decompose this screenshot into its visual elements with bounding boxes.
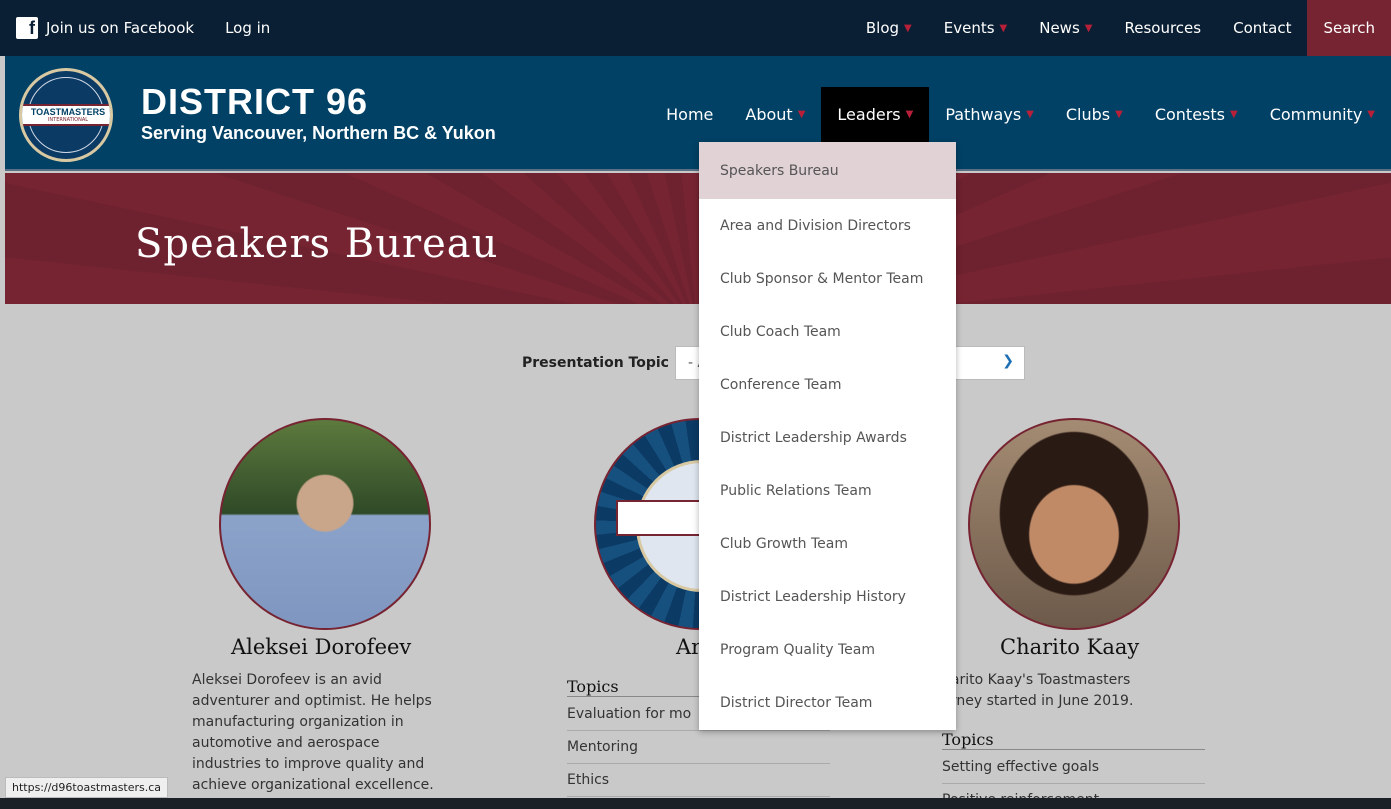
facebook-link[interactable]: Join us on Facebook bbox=[46, 19, 194, 37]
bio-line: adventurer and optimist. He helps bbox=[192, 693, 432, 709]
search-button[interactable]: Search bbox=[1307, 0, 1391, 56]
chevron-down-icon: ▼ bbox=[904, 22, 912, 34]
topic-item[interactable]: Mentoring bbox=[567, 731, 830, 764]
nav-contests-label: Contests bbox=[1154, 105, 1225, 124]
chevron-down-icon: ▼ bbox=[1026, 109, 1034, 120]
bio-line: harito Kaay's Toastmasters bbox=[942, 672, 1131, 688]
chevron-down-icon: ❯ bbox=[1002, 353, 1014, 369]
menu-item-public-relations-team[interactable]: Public Relations Team bbox=[699, 464, 956, 517]
toastmasters-logo[interactable]: TOASTMASTERS INTERNATIONAL bbox=[19, 68, 113, 162]
logo-text: TOASTMASTERS bbox=[30, 107, 106, 117]
menu-item-conference-team[interactable]: Conference Team bbox=[699, 358, 956, 411]
bio-line: manufacturing organization in bbox=[192, 714, 404, 730]
nav-leaders[interactable]: Leaders ▼ bbox=[821, 87, 930, 142]
topic-item[interactable]: Setting effective goals bbox=[942, 751, 1205, 784]
nav-community[interactable]: Community ▼ bbox=[1254, 87, 1391, 142]
topnav-blog[interactable]: Blog ▼ bbox=[850, 0, 928, 56]
chevron-down-icon: ▼ bbox=[797, 109, 806, 120]
facebook-icon[interactable]: f bbox=[16, 17, 38, 39]
top-bar-left: f Join us on Facebook Log in bbox=[16, 0, 301, 56]
page-banner: Speakers Bureau bbox=[5, 173, 1391, 304]
bio-line: industries to improve quality and bbox=[192, 756, 425, 772]
top-bar: f Join us on Facebook Log in Blog ▼ Event… bbox=[0, 0, 1391, 56]
chevron-down-icon: ▼ bbox=[1115, 109, 1123, 120]
topnav-resources[interactable]: Resources bbox=[1108, 0, 1217, 56]
topnav-news-label: News bbox=[1039, 19, 1080, 37]
menu-item-club-coach-team[interactable]: Club Coach Team bbox=[699, 305, 956, 358]
profile-photo-aleksei[interactable] bbox=[219, 418, 431, 630]
menu-item-area-division-directors[interactable]: Area and Division Directors bbox=[699, 199, 956, 252]
profile-name-charito[interactable]: Charito Kaay bbox=[1000, 635, 1139, 659]
profile-name-an[interactable]: Ar bbox=[676, 635, 701, 659]
chevron-down-icon: ▼ bbox=[1367, 109, 1375, 120]
site-subtitle: Serving Vancouver, Northern BC & Yukon bbox=[141, 123, 496, 143]
nav-home[interactable]: Home bbox=[650, 87, 729, 142]
topnav-news[interactable]: News ▼ bbox=[1023, 0, 1108, 56]
chevron-down-icon: ▼ bbox=[905, 109, 914, 120]
topic-item[interactable]: Ethics bbox=[567, 764, 830, 797]
topics-heading: Topics bbox=[942, 730, 1205, 750]
menu-item-district-director-team[interactable]: District Director Team bbox=[699, 676, 956, 729]
nav-about-label: About bbox=[745, 105, 793, 124]
profile-name-aleksei[interactable]: Aleksei Dorofeev bbox=[231, 635, 411, 659]
os-taskbar bbox=[0, 798, 1391, 809]
topnav-resources-label: Resources bbox=[1124, 19, 1202, 37]
topic-filter-label: Presentation Topic bbox=[522, 355, 669, 371]
site-title: DISTRICT 96 bbox=[141, 81, 369, 122]
nav-contests[interactable]: Contests ▼ bbox=[1139, 87, 1254, 142]
menu-item-club-sponsor-mentor-team[interactable]: Club Sponsor & Mentor Team bbox=[699, 252, 956, 305]
menu-item-program-quality-team[interactable]: Program Quality Team bbox=[699, 623, 956, 676]
menu-item-district-leadership-awards[interactable]: District Leadership Awards bbox=[699, 411, 956, 464]
logo-band: TOASTMASTERS INTERNATIONAL bbox=[22, 104, 110, 126]
nav-clubs-label: Clubs bbox=[1065, 105, 1111, 124]
profile-bio-charito: harito Kaay's Toastmasters urney started… bbox=[942, 670, 1212, 712]
nav-home-label: Home bbox=[666, 105, 714, 124]
logo-subtext: INTERNATIONAL bbox=[47, 117, 89, 123]
profile-photo-charito[interactable] bbox=[968, 418, 1180, 630]
profile-bio-aleksei: Aleksei Dorofeev is an avid adventurer a… bbox=[192, 670, 462, 796]
menu-item-speakers-bureau[interactable]: Speakers Bureau bbox=[699, 142, 956, 199]
status-bar-url: https://d96toastmasters.ca bbox=[5, 777, 169, 798]
chevron-down-icon: ▼ bbox=[999, 22, 1008, 34]
bio-line: achieve organizational excellence. bbox=[192, 777, 434, 793]
nav-about[interactable]: About ▼ bbox=[729, 87, 821, 142]
bio-line: Aleksei Dorofeev is an avid bbox=[192, 672, 382, 688]
menu-item-district-leadership-history[interactable]: District Leadership History bbox=[699, 570, 956, 623]
nav-community-label: Community bbox=[1269, 105, 1363, 124]
chevron-down-icon: ▼ bbox=[1229, 109, 1238, 120]
leaders-dropdown-menu: Speakers Bureau Area and Division Direct… bbox=[699, 142, 956, 730]
nav-pathways[interactable]: Pathways ▼ bbox=[929, 87, 1050, 142]
topnav-events-label: Events bbox=[943, 19, 995, 37]
nav-clubs[interactable]: Clubs ▼ bbox=[1050, 87, 1139, 142]
login-link[interactable]: Log in bbox=[225, 19, 270, 37]
topnav-events[interactable]: Events ▼ bbox=[928, 0, 1024, 56]
topnav-contact-label: Contact bbox=[1233, 19, 1292, 37]
menu-item-club-growth-team[interactable]: Club Growth Team bbox=[699, 517, 956, 570]
main-nav: Home About ▼ Leaders ▼ Pathways ▼ Clubs ▼ Co… bbox=[650, 87, 1391, 142]
nav-leaders-label: Leaders bbox=[837, 105, 901, 124]
bio-line: automotive and aerospace bbox=[192, 735, 380, 751]
nav-pathways-label: Pathways bbox=[945, 105, 1022, 124]
chevron-down-icon: ▼ bbox=[1084, 22, 1093, 34]
brand[interactable]: DISTRICT 96 Serving Vancouver, Northern … bbox=[141, 84, 496, 144]
top-bar-right: Blog ▼ Events ▼ News ▼ Resources Contact Se… bbox=[850, 0, 1391, 56]
page-title: Speakers Bureau bbox=[135, 221, 499, 267]
bio-line: urney started in June 2019. bbox=[942, 693, 1134, 709]
topnav-contact[interactable]: Contact bbox=[1217, 0, 1307, 56]
site-header: TOASTMASTERS INTERNATIONAL DISTRICT 96 S… bbox=[5, 56, 1391, 171]
topnav-blog-label: Blog bbox=[865, 19, 900, 37]
